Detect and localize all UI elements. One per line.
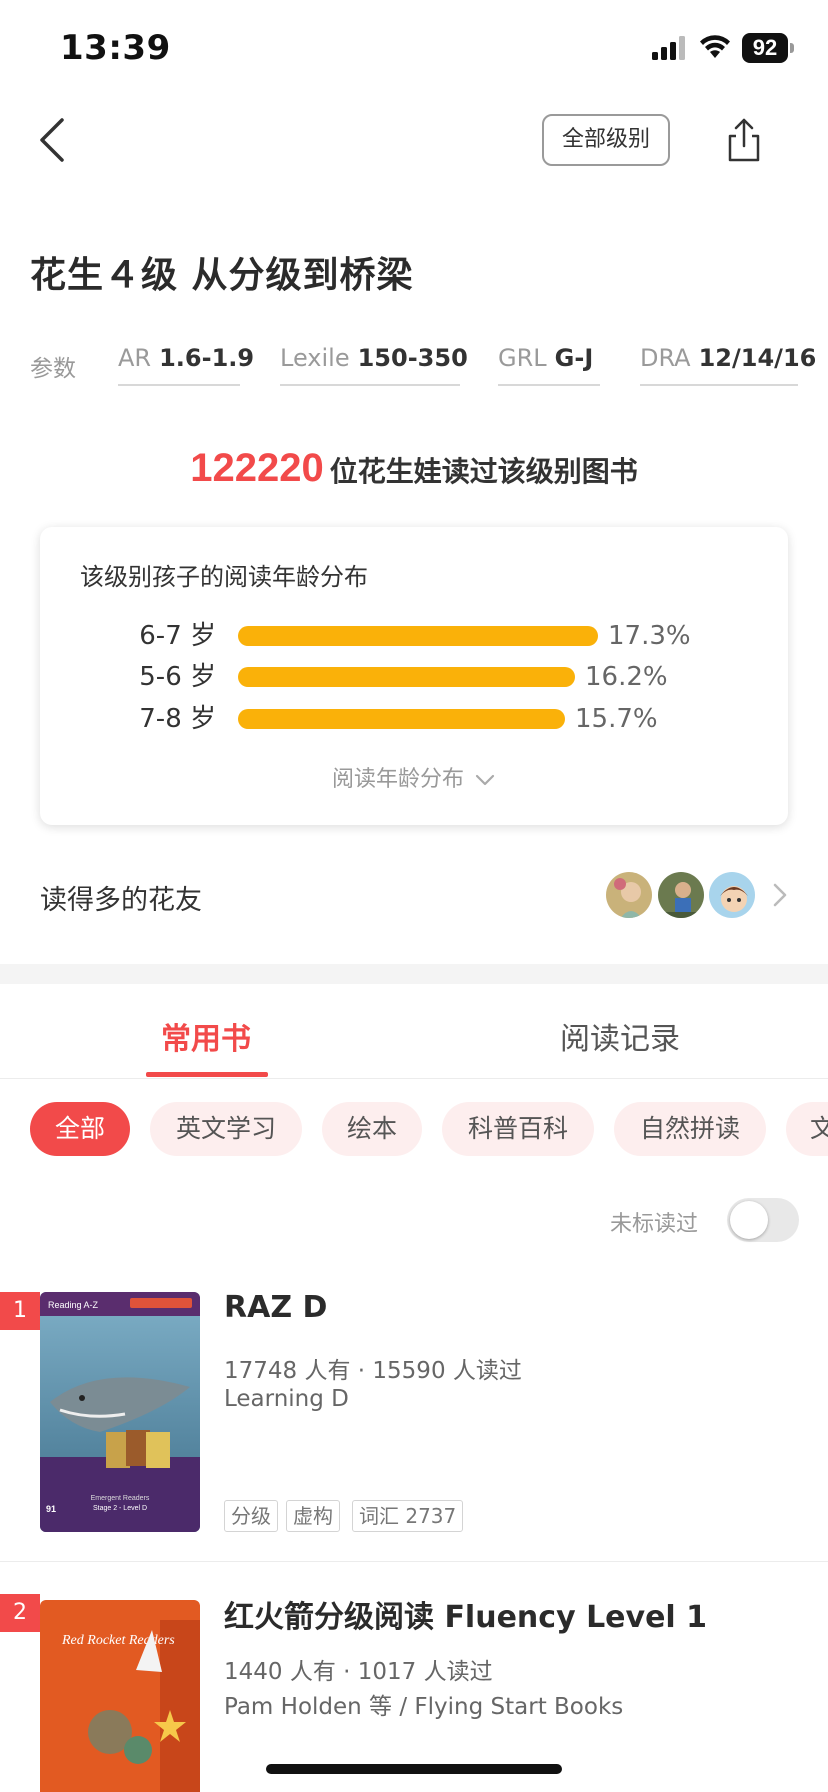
book-stats: 17748 人有 · 15590 人读过 [224,1358,522,1384]
list-divider [0,1561,828,1562]
back-icon[interactable] [34,112,74,168]
book-tag: 虚构 [286,1500,340,1532]
age-label: 6-7 岁 [139,621,216,651]
tab-reading-records[interactable]: 阅读记录 [500,1014,740,1058]
age-bar [238,667,575,687]
age-label: 5-6 岁 [139,662,216,692]
cover-brand: Reading A-Z [48,1300,99,1310]
param-grl: GRL G-J [498,344,600,386]
cellular-signal-icon [652,36,685,60]
chip-picture-books[interactable]: 绘本 [322,1102,422,1156]
page-title: 花生４级 从分级到桥梁 [30,255,414,296]
book-tag: 分级 [224,1500,278,1532]
age-row: 7-8 岁 15.7% [40,699,788,739]
tab-common-books[interactable]: 常用书 [86,1014,326,1058]
book-cover[interactable]: Red Rocket Readers [40,1600,200,1792]
age-bar [238,709,565,729]
chip-more[interactable]: 文 [786,1102,828,1156]
avatar[interactable] [707,870,757,920]
age-row: 5-6 岁 16.2% [40,657,788,697]
unmarked-toggle[interactable] [727,1198,799,1242]
battery-level: 92 [742,33,788,63]
param-value: 150-350 [357,344,468,372]
age-percent: 17.3% [608,621,691,651]
cover-subtitle: Emergent Readers [91,1495,150,1502]
cover-corner: 91 [46,1504,56,1514]
param-value: 12/14/16 [698,344,817,372]
rank-badge: 2 [0,1594,40,1632]
book-stats: 1440 人有 · 1017 人读过 [224,1659,493,1685]
param-value: G-J [554,344,594,372]
home-indicator [266,1764,562,1774]
age-distribution-toggle[interactable]: 阅读年龄分布 [40,761,788,793]
readers-text: 位花生娃读过该级别图书 [329,455,638,488]
cover-brand: Red Rocket Readers [61,1633,175,1648]
status-time: 13:39 [60,28,171,68]
age-label: 7-8 岁 [139,704,216,734]
book-cover[interactable]: Reading A-Z Emergent Readers Stage 2 - L… [40,1292,200,1532]
param-dra: DRA 12/14/16 [640,344,816,386]
book-author: Pam Holden 等 / Flying Start Books [224,1694,624,1720]
all-levels-button[interactable]: 全部级别 [542,114,670,166]
params-label: 参数 [30,356,76,382]
book-title[interactable]: RAZ D [224,1290,327,1325]
chip-phonics[interactable]: 自然拼读 [614,1102,766,1156]
unmarked-filter-label: 未标读过 [610,1212,699,1237]
chip-science[interactable]: 科普百科 [442,1102,594,1156]
rank-badge: 1 [0,1292,40,1330]
age-toggle-label: 阅读年龄分布 [331,767,464,792]
param-key: AR [118,344,152,372]
age-bar [238,626,598,646]
param-key: Lexile [280,344,350,372]
wifi-icon [700,35,730,58]
chip-english[interactable]: 英文学习 [150,1102,302,1156]
readers-summary: 122220 位花生娃读过该级别图书 [0,446,828,491]
age-percent: 16.2% [585,662,668,692]
readers-count: 122220 [190,446,324,490]
age-distribution-card: 该级别孩子的阅读年龄分布 6-7 岁 17.3% 5-6 岁 16.2% 7-8… [40,527,788,825]
battery-icon: 92 [742,33,794,63]
cover-series: Stage 2 - Level D [93,1505,147,1512]
avatar[interactable] [604,870,654,920]
top-friends-label[interactable]: 读得多的花友 [40,878,202,917]
active-tab-indicator [146,1072,268,1077]
age-percent: 15.7% [575,704,658,734]
age-card-title: 该级别孩子的阅读年龄分布 [80,563,368,591]
avatar[interactable] [656,870,706,920]
book-title[interactable]: 红火箭分级阅读 Fluency Level 1 [224,1592,707,1636]
param-lexile: Lexile 150-350 [280,344,468,386]
tab-divider [0,1078,828,1079]
book-tag: 词汇 2737 [352,1500,464,1532]
section-divider [0,964,828,984]
param-key: GRL [498,344,547,372]
share-icon[interactable] [722,116,766,164]
book-author: Learning D [224,1386,349,1412]
chevron-right-icon[interactable] [770,880,790,910]
chip-all[interactable]: 全部 [30,1102,130,1156]
param-value: 1.6-1.9 [159,344,255,372]
chevron-down-icon [475,774,495,786]
age-row: 6-7 岁 17.3% [40,616,788,656]
param-key: DRA [640,344,691,372]
param-ar: AR 1.6-1.9 [118,344,254,386]
